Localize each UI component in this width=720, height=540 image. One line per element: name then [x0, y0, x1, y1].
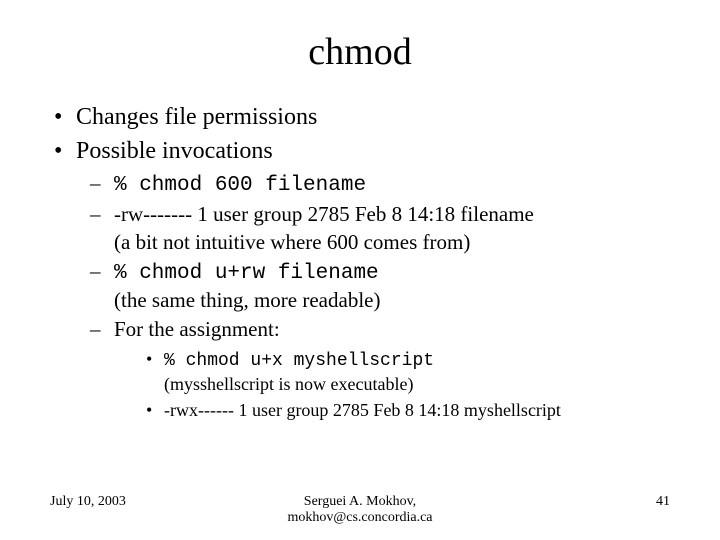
author-email: mokhov@cs.concordia.ca — [287, 510, 432, 525]
command-text: % chmod 600 filename — [114, 174, 366, 197]
sub-item: For the assignment: % chmod u+x myshells… — [76, 316, 670, 421]
slide: chmod Changes file permissions Possible … — [0, 0, 720, 540]
sub-sub-item: -rwx------ 1 user group 2785 Feb 8 14:18… — [114, 399, 670, 422]
sub-sub-list: % chmod u+x myshellscript (mysshellscrip… — [114, 348, 670, 422]
footer-date: July 10, 2003 — [50, 494, 170, 526]
slide-title: chmod — [50, 30, 670, 74]
footer-page: 41 — [550, 494, 670, 526]
body-text: (a bit not intuitive where 600 comes fro… — [114, 230, 470, 254]
bullet-item: Possible invocations % chmod 600 filenam… — [50, 136, 670, 422]
body-text: For the assignment: — [114, 317, 280, 341]
bullet-item: Changes file permissions — [50, 102, 670, 132]
footer-author: Serguei A. Mokhov, mokhov@cs.concordia.c… — [170, 494, 550, 526]
body-text: -rw------- 1 user group 2785 Feb 8 14:18… — [114, 202, 534, 226]
command-text: % chmod u+x myshellscript — [164, 351, 434, 371]
body-text: -rwx------ 1 user group 2785 Feb 8 14:18… — [164, 400, 561, 420]
sub-item: -rw------- 1 user group 2785 Feb 8 14:18… — [76, 201, 670, 256]
footer: July 10, 2003 Serguei A. Mokhov, mokhov@… — [0, 494, 720, 526]
sub-list: % chmod 600 filename -rw------- 1 user g… — [76, 170, 670, 422]
author-name: Serguei A. Mokhov, — [304, 494, 416, 509]
sub-item: % chmod 600 filename — [76, 170, 670, 199]
body-text: (the same thing, more readable) — [114, 288, 380, 312]
body-text: (mysshellscript is now executable) — [164, 374, 413, 394]
command-text: % chmod u+rw filename — [114, 262, 379, 285]
sub-item: % chmod u+rw filename (the same thing, m… — [76, 258, 670, 315]
bullet-list: Changes file permissions Possible invoca… — [50, 102, 670, 422]
bullet-text: Possible invocations — [76, 138, 273, 164]
sub-sub-item: % chmod u+x myshellscript (mysshellscrip… — [114, 348, 670, 397]
